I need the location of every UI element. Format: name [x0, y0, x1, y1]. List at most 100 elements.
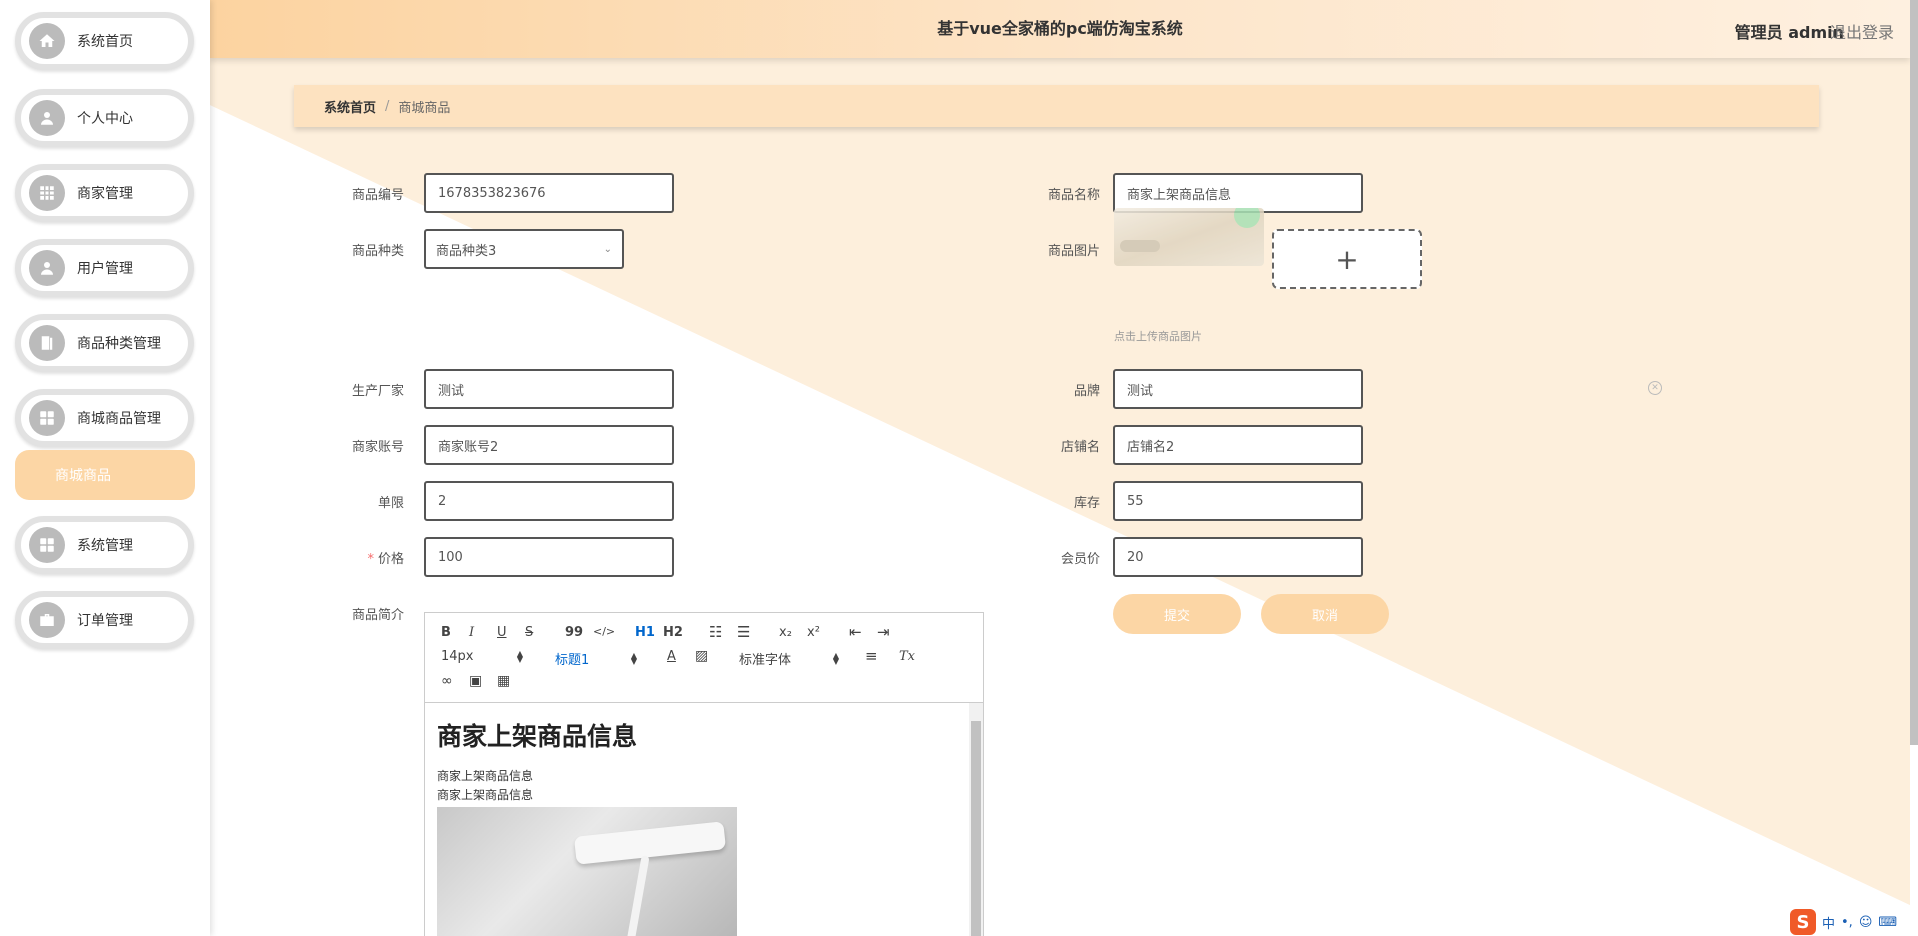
- sidebar-item-categories[interactable]: 商品种类管理: [15, 314, 194, 372]
- video-icon[interactable]: ▦: [497, 673, 510, 689]
- stock-input[interactable]: [1113, 481, 1363, 521]
- logout-link[interactable]: 退出登录: [1830, 19, 1894, 43]
- font-size-value: 14px: [441, 649, 474, 664]
- manufacturer-label: 生产厂家: [351, 384, 404, 399]
- strike-button[interactable]: S: [525, 625, 533, 640]
- merchant-account-label: 商家账号: [351, 440, 404, 455]
- sidebar-item-label: 商品种类管理: [77, 336, 161, 352]
- breadcrumb-home[interactable]: 系统首页: [324, 97, 376, 116]
- page-scrollbar[interactable]: [1910, 0, 1918, 745]
- code-input[interactable]: [424, 173, 674, 213]
- clear-icon[interactable]: ✕: [1648, 381, 1662, 395]
- apps-icon: [29, 527, 65, 563]
- sidebar-item-profile[interactable]: 个人中心: [15, 89, 194, 147]
- h1-button[interactable]: H1: [635, 625, 655, 640]
- category-label: 商品种类: [351, 244, 404, 259]
- sidebar-item-users[interactable]: 用户管理: [15, 239, 194, 297]
- updown-icon: ▲ ▼: [516, 648, 523, 664]
- updown-icon: ▲ ▼: [832, 650, 839, 666]
- sidebar-item-label: 系统管理: [77, 538, 133, 554]
- price-input[interactable]: [424, 537, 674, 577]
- h2-button[interactable]: H2: [663, 625, 683, 640]
- submit-button[interactable]: 提交: [1113, 594, 1241, 634]
- user-label: 管理员 admin: [1734, 23, 1844, 42]
- font-family-select[interactable]: 标准字体 ▲ ▼: [739, 649, 839, 668]
- sidebar-item-home[interactable]: 系统首页: [15, 12, 194, 70]
- product-image-thumbnail[interactable]: [1114, 208, 1264, 266]
- product-image: [437, 807, 737, 936]
- outdent-icon[interactable]: ⇤: [849, 623, 862, 641]
- home-icon: [29, 23, 65, 59]
- cancel-button[interactable]: 取消: [1261, 594, 1389, 634]
- book-icon: [29, 325, 65, 361]
- merchant-account-input[interactable]: [424, 425, 674, 465]
- user-icon: [29, 100, 65, 136]
- lamp-arm: [624, 855, 650, 936]
- intro-label: 商品简介: [351, 608, 404, 623]
- ime-logo-icon[interactable]: S: [1790, 909, 1816, 935]
- main-area: 基于vue全家桶的pc端仿淘宝系统 管理员 admin 退出登录 系统首页 / …: [210, 0, 1910, 936]
- top-header: 基于vue全家桶的pc端仿淘宝系统 管理员 admin 退出登录: [210, 0, 1910, 58]
- sidebar: 系统首页 个人中心 商家管理 用户管理 商品种类管理 商城商品管理 商城商品 系…: [0, 0, 210, 936]
- member-price-label: 会员价: [1060, 552, 1100, 567]
- editor-content[interactable]: 商家上架商品信息 商家上架商品信息 商家上架商品信息: [425, 703, 983, 936]
- font-color-button[interactable]: A: [667, 649, 676, 664]
- ordered-list-icon[interactable]: ☷: [709, 623, 722, 641]
- superscript-button[interactable]: x²: [807, 625, 820, 640]
- emoji-icon[interactable]: ☺: [1859, 915, 1873, 930]
- content-heading: 商家上架商品信息: [437, 722, 638, 751]
- brand-input[interactable]: [1113, 369, 1363, 409]
- sidebar-subitem-mall-product[interactable]: 商城商品: [15, 450, 195, 500]
- clear-format-button[interactable]: Tx: [899, 649, 915, 664]
- sidebar-item-label: 系统首页: [77, 34, 133, 50]
- image-upload-hint: 点击上传商品图片: [1114, 330, 1202, 343]
- price-label-text: 价格: [377, 552, 404, 567]
- editor-scrollbar[interactable]: [969, 703, 983, 936]
- stock-label: 库存: [1073, 496, 1100, 511]
- ime-lang[interactable]: 中: [1822, 913, 1835, 932]
- plus-icon: +: [1335, 242, 1359, 276]
- briefcase-icon: [29, 602, 65, 638]
- chevron-down-icon: ⌄: [603, 243, 612, 255]
- code-block-button[interactable]: </>: [593, 625, 615, 638]
- heading-select[interactable]: 标题1 ▲ ▼: [555, 649, 637, 668]
- manufacturer-input[interactable]: [424, 369, 674, 409]
- link-icon[interactable]: ∞: [441, 673, 453, 689]
- align-left-icon[interactable]: ≡: [865, 647, 878, 665]
- sidebar-item-merchants[interactable]: 商家管理: [15, 164, 194, 222]
- member-price-input[interactable]: [1113, 537, 1363, 577]
- subscript-button[interactable]: x₂: [779, 625, 792, 640]
- italic-button[interactable]: I: [469, 625, 474, 640]
- image-icon[interactable]: ▣: [469, 673, 482, 689]
- underline-button[interactable]: U: [497, 625, 507, 640]
- image-upload-button[interactable]: +: [1272, 229, 1422, 289]
- sidebar-item-label: 个人中心: [77, 111, 133, 127]
- lamp-head: [573, 821, 727, 865]
- quote-button[interactable]: 99: [565, 625, 583, 640]
- ime-punct[interactable]: •,: [1841, 915, 1853, 930]
- brand-label: 品牌: [1073, 384, 1100, 399]
- content-line: 商家上架商品信息: [437, 788, 534, 802]
- name-input[interactable]: [1113, 173, 1363, 213]
- ime-toolbar: S 中 •, ☺ ⌨: [1790, 908, 1918, 936]
- shop-name-input[interactable]: [1113, 425, 1363, 465]
- sidebar-item-label: 商城商品管理: [77, 411, 161, 427]
- font-size-select[interactable]: 14px ▲ ▼: [441, 649, 523, 664]
- image-label: 商品图片: [1047, 244, 1100, 259]
- heading-value: 标题1: [555, 653, 590, 668]
- editor-scrollbar-thumb[interactable]: [971, 721, 981, 936]
- sidebar-item-mall-products[interactable]: 商城商品管理: [15, 389, 194, 447]
- limit-label: 单限: [377, 496, 404, 511]
- indent-icon[interactable]: ⇥: [877, 623, 890, 641]
- image-detail: [1120, 240, 1160, 252]
- background-color-icon[interactable]: ▨: [695, 648, 708, 664]
- bold-button[interactable]: B: [441, 625, 451, 640]
- category-select[interactable]: 商品种类3 ⌄: [424, 229, 624, 269]
- bullet-list-icon[interactable]: ☰: [737, 623, 750, 641]
- keyboard-icon[interactable]: ⌨: [1878, 915, 1897, 930]
- sidebar-item-orders[interactable]: 订单管理: [15, 591, 194, 649]
- limit-input[interactable]: [424, 481, 674, 521]
- sidebar-item-system[interactable]: 系统管理: [15, 516, 194, 574]
- breadcrumb: 系统首页 / 商城商品: [294, 85, 1819, 127]
- apps-icon: [29, 400, 65, 436]
